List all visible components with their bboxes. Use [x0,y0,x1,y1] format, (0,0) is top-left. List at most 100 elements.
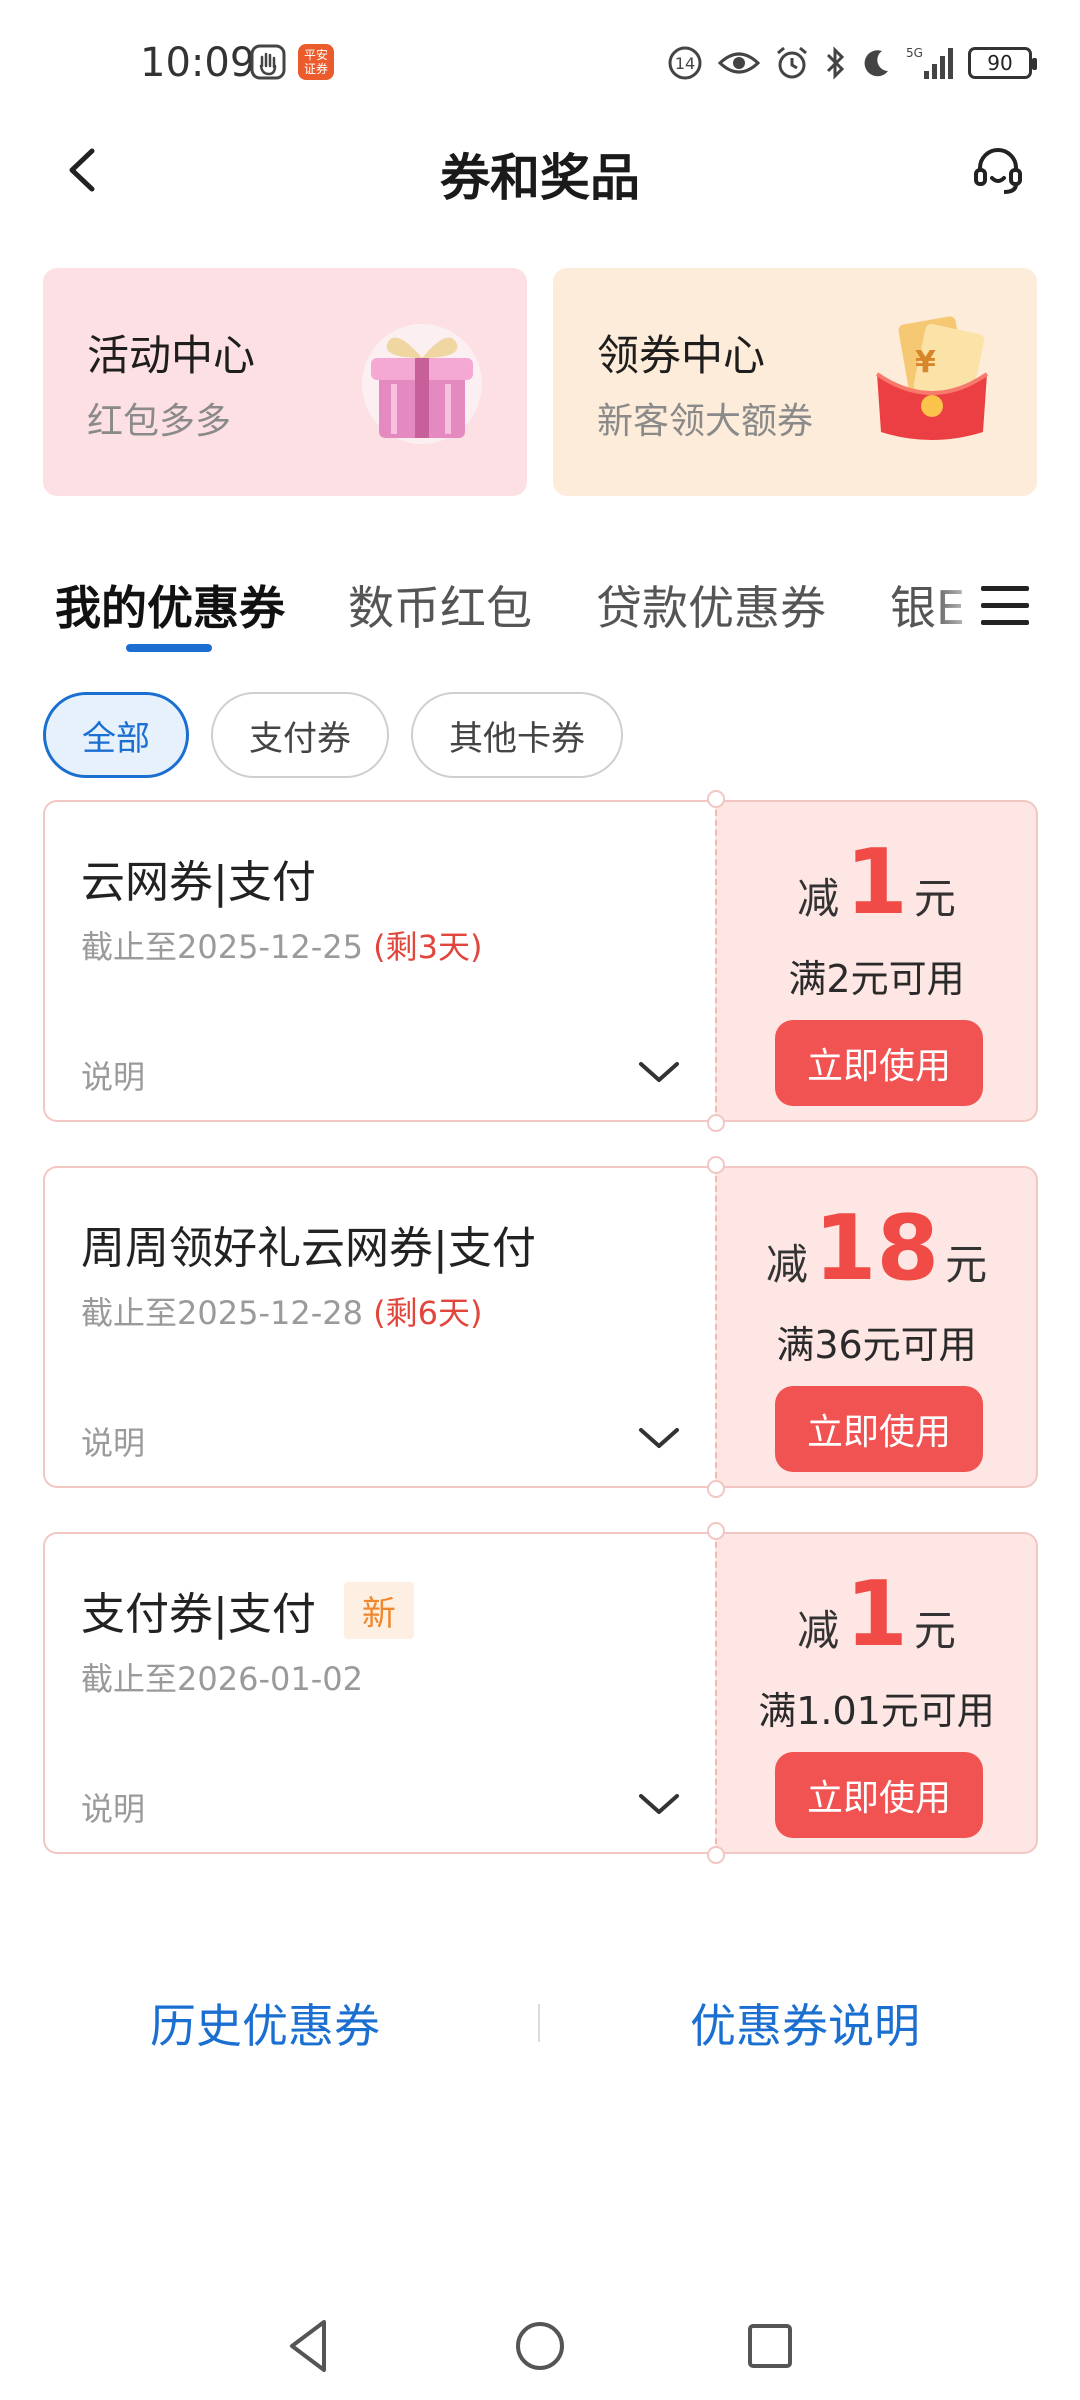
coupon-center-card[interactable]: 领券中心 新客领大额券 ¥ [553,268,1037,496]
tab-digital-currency-red-packets[interactable]: 数币红包 [348,572,532,638]
status-time: 10:09 [140,40,256,86]
amount-unit: 元 [945,1240,988,1289]
red-envelope-icon: ¥ [875,316,989,440]
amount-unit: 元 [913,1606,956,1655]
nav-back-icon[interactable] [278,2314,342,2378]
coupon-name: 云网券|支付 [81,846,316,910]
coupon-name-text: 云网券|支付 [81,857,316,908]
promo-title: 活动中心 [87,331,256,380]
tab-my-coupons[interactable]: 我的优惠券 [55,572,285,638]
active-tab-indicator [126,644,212,652]
bluetooth-icon [826,46,845,80]
coupon-description-toggle[interactable]: 说明 [81,1052,145,1098]
customer-service-button[interactable] [966,138,1030,202]
battery-icon: 90 [968,47,1037,79]
coupon-name-text: 支付券|支付 [81,1589,316,1640]
notch [707,1156,725,1174]
chevron-down-icon[interactable] [635,1052,683,1092]
svg-text:¥: ¥ [915,345,936,380]
filter-payment-coupon-chip[interactable]: 支付券 [211,692,389,778]
coupon-expiry: 截止至2026-01-02 [81,1654,363,1700]
status-bar: 10:09 平安 证券 14 5G 90 [0,0,1080,120]
menu-icon[interactable] [975,576,1035,636]
coupon-condition: 满2元可用 [788,957,965,1001]
use-now-button[interactable]: 立即使用 [775,1386,983,1472]
coupon-description-toggle[interactable]: 说明 [81,1784,145,1830]
title-bar: 券和奖品 [0,120,1080,220]
coupon-explanation-link[interactable]: 优惠券说明 [690,1990,920,2056]
hand-icon [250,44,286,80]
activity-center-card[interactable]: 活动中心 红包多多 [43,268,527,496]
new-badge: 新 [343,1581,414,1639]
coupon-amount: 减 1 元 [717,838,1036,928]
coupon-expiry-date: 截止至2025-12-25 [81,928,363,966]
coupon-value-panel: 减 1 元 满1.01元可用 立即使用 [715,1532,1038,1854]
alarm-icon [777,46,807,79]
gift-box-icon [362,324,482,444]
battery-level: 90 [987,51,1013,75]
use-now-button[interactable]: 立即使用 [775,1020,983,1106]
coupon-info: 支付券|支付 新 截止至2026-01-02 说明 [43,1532,715,1854]
coupon-amount: 减 18 元 [717,1204,1036,1294]
signal-icon: 5G [906,46,953,79]
tab-loan-coupons[interactable]: 贷款优惠券 [596,572,826,638]
notch [707,1114,725,1132]
history-coupons-link[interactable]: 历史优惠券 [150,1990,380,2056]
notch [707,1522,725,1540]
coupon-name: 周周领好礼云网券|支付 [81,1212,536,1276]
coupon-days-remaining: (剩3天) [373,928,483,966]
amount-prefix: 减 [797,874,840,923]
coupon-amount: 减 1 元 [717,1570,1036,1660]
amount-prefix: 减 [797,1606,840,1655]
svg-text:5G: 5G [906,46,923,60]
promo-subtitle: 红包多多 [87,401,232,442]
chevron-down-icon[interactable] [635,1418,683,1458]
footer-links: 历史优惠券 优惠券说明 [0,1990,1080,2060]
eye-icon [718,52,760,74]
category-tabs: 我的优惠券 数币红包 贷款优惠券 银E [0,560,1080,660]
chevron-down-icon[interactable] [635,1784,683,1824]
promo-subtitle: 新客领大额券 [597,401,814,442]
promo-title: 领券中心 [597,331,766,380]
coupon-condition: 满36元可用 [776,1323,977,1367]
coupon-card: 支付券|支付 新 截止至2026-01-02 说明 减 1 元 满1.01元可用… [43,1522,1038,1864]
filter-chips: 全部 支付券 其他卡券 [43,692,623,780]
coupon-value-panel: 减 1 元 满2元可用 立即使用 [715,800,1038,1122]
notch [707,790,725,808]
amount-unit: 元 [913,874,956,923]
coupon-expiry-date: 截止至2026-01-02 [81,1660,363,1698]
amount-value: 18 [813,1196,940,1301]
moon-icon [864,50,888,77]
filter-other-cards-chip[interactable]: 其他卡券 [411,692,623,778]
use-now-button[interactable]: 立即使用 [775,1752,983,1838]
coupon-description-toggle[interactable]: 说明 [81,1418,145,1464]
coupon-condition: 满1.01元可用 [758,1689,995,1733]
data-saver-icon: 14 [668,46,702,80]
coupon-expiry: 截止至2025-12-28 (剩6天) [81,1288,483,1334]
svg-text:14: 14 [675,54,695,73]
coupon-days-remaining: (剩6天) [373,1294,483,1332]
nav-home-icon[interactable] [508,2314,572,2378]
page-title: 券和奖品 [440,149,640,207]
amount-value: 1 [845,830,908,935]
system-navigation-bar [0,2290,1080,2400]
coupon-info: 周周领好礼云网券|支付 截止至2025-12-28 (剩6天) 说明 [43,1166,715,1488]
status-right-icons: 14 5G 90 [666,44,1037,82]
coupon-card: 周周领好礼云网券|支付 截止至2025-12-28 (剩6天) 说明 减 18 … [43,1156,1038,1498]
coupon-name-text: 周周领好礼云网券|支付 [81,1223,536,1274]
coupon-expiry-date: 截止至2025-12-28 [81,1294,363,1332]
headset-icon [974,148,1022,194]
amount-prefix: 减 [765,1240,808,1289]
pingan-app-icon: 平安 证券 [298,44,334,80]
status-left-icons: 平安 证券 [250,44,334,80]
filter-all-chip[interactable]: 全部 [43,692,189,778]
coupon-name: 支付券|支付 新 [81,1578,414,1642]
notch [707,1846,725,1864]
coupon-info: 云网券|支付 截止至2025-12-25 (剩3天) 说明 [43,800,715,1122]
coupon-expiry: 截止至2025-12-25 (剩3天) [81,922,483,968]
notch [707,1480,725,1498]
coupon-value-panel: 减 18 元 满36元可用 立即使用 [715,1166,1038,1488]
amount-value: 1 [845,1562,908,1667]
nav-recents-icon[interactable] [738,2314,802,2378]
coupon-card: 云网券|支付 截止至2025-12-25 (剩3天) 说明 减 1 元 满2元可… [43,790,1038,1132]
